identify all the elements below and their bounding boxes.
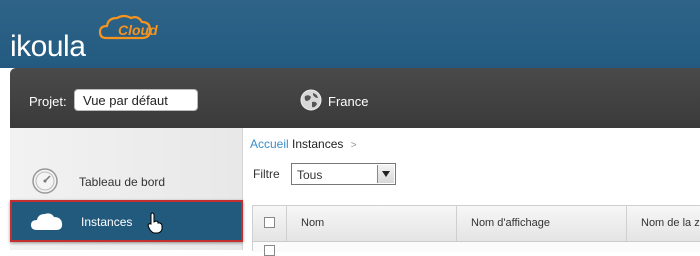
project-label: Projet: <box>29 94 67 109</box>
sidebar-item-instances[interactable]: Instances <box>10 200 243 242</box>
region-label[interactable]: France <box>328 94 368 109</box>
instances-table: Nom Nom d'affichage Nom de la z <box>252 205 700 256</box>
sidebar-item-label: Tableau de bord <box>79 175 166 189</box>
globe-icon <box>300 89 322 111</box>
hand-cursor-icon <box>147 212 163 234</box>
table-header: Nom Nom d'affichage Nom de la z <box>253 206 700 242</box>
select-all-checkbox[interactable] <box>264 217 275 228</box>
logo-cloud-text: Cloud <box>118 22 158 38</box>
column-header-name[interactable]: Nom <box>287 206 457 241</box>
breadcrumb-home-link[interactable]: Accueil <box>250 137 289 151</box>
table-row[interactable] <box>253 242 700 256</box>
column-header-zone[interactable]: Nom de la z <box>627 206 700 241</box>
breadcrumb-separator: > <box>350 140 357 151</box>
cloud-icon <box>31 213 63 230</box>
logo-text: ikoula <box>10 30 86 63</box>
project-select[interactable]: Vue par défaut <box>74 89 198 111</box>
filter-select[interactable]: Tous <box>291 163 396 185</box>
logo[interactable]: ikoula Cloud <box>10 12 160 63</box>
sidebar-item-dashboard[interactable]: Tableau de bord <box>10 161 242 201</box>
top-header: ikoula Cloud <box>0 0 700 68</box>
breadcrumb: Accueil Instances > <box>250 137 361 151</box>
filter-select-value: Tous <box>297 168 323 182</box>
column-header-display-name[interactable]: Nom d'affichage <box>457 206 627 241</box>
dashboard-gauge-icon <box>32 168 58 194</box>
sidebar: Tableau de bord Instances <box>10 128 243 250</box>
project-bar: Projet: Vue par défaut France <box>10 68 700 128</box>
row-checkbox[interactable] <box>264 245 275 256</box>
sidebar-item-label: Instances <box>81 215 133 229</box>
header-select-all <box>253 206 287 241</box>
breadcrumb-current: Instances <box>292 137 344 151</box>
chevron-down-icon[interactable] <box>377 165 394 183</box>
filter-label: Filtre <box>253 167 280 181</box>
